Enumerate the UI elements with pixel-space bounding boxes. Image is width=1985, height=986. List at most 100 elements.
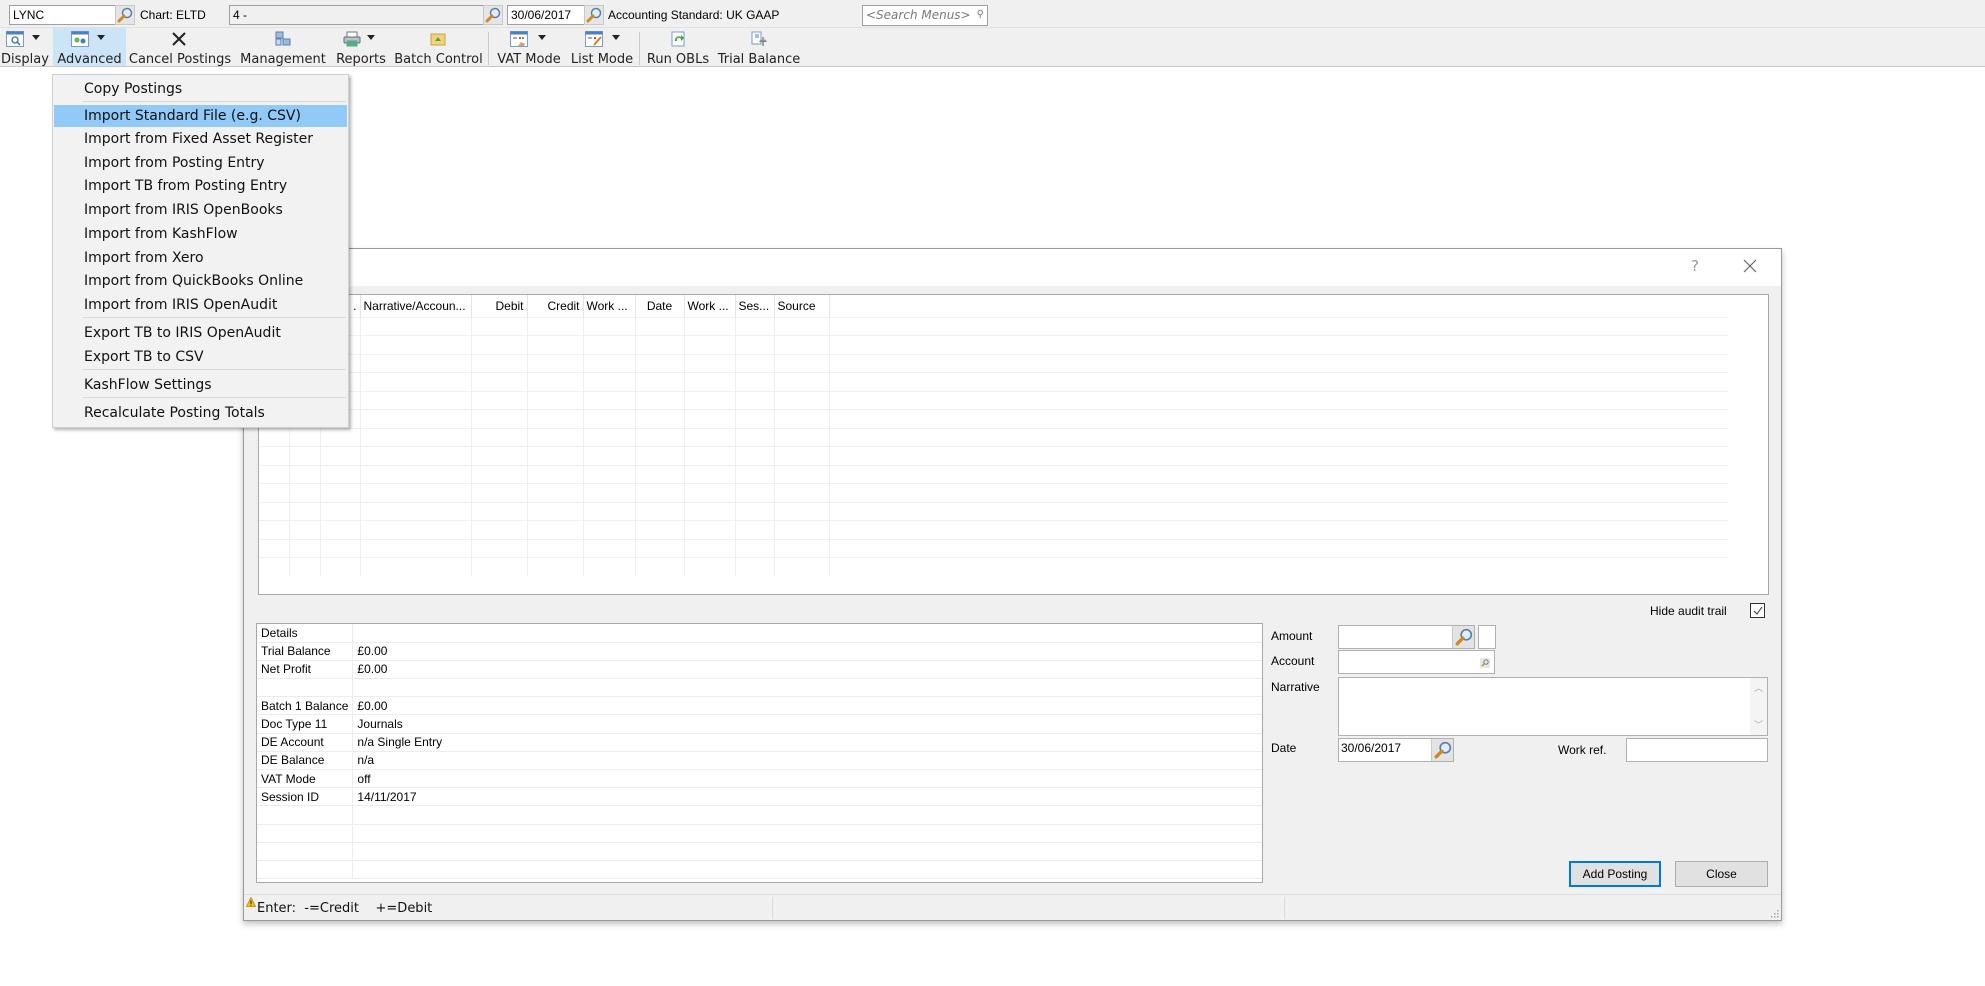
grid-cell[interactable] [774, 335, 830, 354]
reports-button[interactable]: Reports [333, 28, 389, 66]
grid-cell[interactable] [735, 316, 775, 336]
account-input[interactable] [1338, 650, 1495, 674]
grid-cell[interactable] [829, 483, 1729, 502]
grid-cell[interactable] [583, 446, 636, 465]
menu-item-import-from-posting-entry[interactable]: Import from Posting Entry [54, 152, 347, 174]
grid-cell[interactable] [471, 520, 528, 539]
column-header-source[interactable]: Source [774, 295, 830, 317]
grid-cell[interactable] [360, 390, 472, 410]
grid-cell[interactable] [635, 316, 685, 336]
grid-cell[interactable] [635, 538, 685, 558]
grid-cell[interactable] [684, 557, 736, 576]
grid-cell[interactable] [289, 446, 321, 465]
date-picker-button[interactable] [1431, 739, 1453, 761]
column-header-credit[interactable]: Credit [527, 295, 584, 317]
date-field[interactable]: 30/06/2017 [507, 5, 587, 25]
grid-cell[interactable] [635, 501, 685, 521]
grid-cell[interactable] [583, 538, 636, 558]
grid-cell[interactable] [471, 538, 528, 558]
grid-cell[interactable] [684, 390, 736, 410]
column-header-work[interactable]: Work ... [583, 295, 636, 317]
cancel-postings-button[interactable]: Cancel Postings [127, 28, 233, 66]
grid-cell[interactable] [635, 483, 685, 502]
grid-cell[interactable] [259, 520, 290, 539]
grid-cell[interactable] [735, 372, 775, 391]
grid-row[interactable] [259, 353, 1729, 373]
menu-item-import-from-quickbooks-online[interactable]: Import from QuickBooks Online [54, 270, 347, 292]
column-header-narrative[interactable]: Narrative/Accoun... [360, 295, 472, 317]
grid-cell[interactable] [360, 464, 472, 484]
grid-cell[interactable] [583, 372, 636, 391]
grid-row[interactable] [259, 520, 1729, 539]
date-input[interactable]: 30/06/2017 [1338, 738, 1454, 762]
grid-cell[interactable] [289, 557, 321, 576]
grid-cell[interactable] [360, 409, 472, 428]
grid-cell[interactable] [583, 316, 636, 336]
grid-cell[interactable] [774, 427, 830, 447]
grid-cell[interactable] [829, 520, 1729, 539]
grid-cell[interactable] [471, 409, 528, 428]
grid-cell[interactable] [684, 335, 736, 354]
amount-sign-field[interactable] [1478, 625, 1496, 649]
grid-cell[interactable] [360, 501, 472, 521]
period-field[interactable]: 4 - [229, 5, 487, 25]
grid-cell[interactable] [635, 446, 685, 465]
grid-cell[interactable] [360, 538, 472, 558]
grid-cell[interactable] [320, 483, 361, 502]
grid-cell[interactable] [774, 372, 830, 391]
grid-cell[interactable] [320, 446, 361, 465]
grid-cell[interactable] [471, 316, 528, 336]
grid-cell[interactable] [527, 538, 584, 558]
grid-cell[interactable] [735, 464, 775, 484]
display-button[interactable]: Display [0, 28, 50, 66]
grid-row[interactable] [259, 446, 1729, 465]
grid-cell[interactable] [735, 409, 775, 428]
grid-cell[interactable] [583, 427, 636, 447]
grid-cell[interactable] [583, 409, 636, 428]
grid-cell[interactable] [829, 427, 1729, 447]
menu-item-import-tb-from-posting-entry[interactable]: Import TB from Posting Entry [54, 175, 347, 197]
management-button[interactable]: Management [238, 28, 328, 66]
grid-row[interactable] [259, 316, 1729, 336]
grid-cell[interactable] [774, 483, 830, 502]
grid-cell[interactable] [527, 483, 584, 502]
grid-cell[interactable] [320, 427, 361, 447]
grid-cell[interactable] [527, 372, 584, 391]
grid-cell[interactable] [684, 316, 736, 336]
work-ref-input[interactable] [1626, 738, 1768, 762]
grid-cell[interactable] [735, 427, 775, 447]
menu-item-kashflow-settings[interactable]: KashFlow Settings [54, 374, 347, 396]
grid-cell[interactable] [684, 520, 736, 539]
grid-cell[interactable] [471, 353, 528, 373]
grid-cell[interactable] [774, 446, 830, 465]
grid-cell[interactable] [774, 501, 830, 521]
grid-cell[interactable] [684, 446, 736, 465]
grid-cell[interactable] [829, 557, 1729, 576]
grid-row[interactable] [259, 501, 1729, 521]
grid-cell[interactable] [583, 353, 636, 373]
grid-cell[interactable] [684, 538, 736, 558]
grid-cell[interactable] [360, 483, 472, 502]
grid-cell[interactable] [635, 372, 685, 391]
chevron-down-icon[interactable]: ﹀ [1754, 718, 1763, 732]
grid-row[interactable] [259, 427, 1729, 447]
help-button[interactable]: ? [1691, 257, 1699, 275]
grid-cell[interactable] [360, 557, 472, 576]
grid-cell[interactable] [527, 353, 584, 373]
grid-cell[interactable] [259, 501, 290, 521]
column-header-date[interactable]: Date [635, 295, 685, 317]
grid-cell[interactable] [471, 483, 528, 502]
grid-cell[interactable] [320, 464, 361, 484]
menu-item-import-standard-file-e-g-csv[interactable]: Import Standard File (e.g. CSV) [54, 105, 347, 127]
trial-balance-button[interactable]: Trial Balance [714, 28, 804, 66]
grid-cell[interactable] [527, 316, 584, 336]
grid-cell[interactable] [735, 501, 775, 521]
grid-cell[interactable] [471, 427, 528, 447]
grid-cell[interactable] [471, 372, 528, 391]
grid-cell[interactable] [527, 446, 584, 465]
grid-cell[interactable] [471, 464, 528, 484]
vat-mode-button[interactable]: VAT Mode [492, 28, 566, 66]
grid-cell[interactable] [259, 427, 290, 447]
amount-lookup-button[interactable] [1452, 626, 1474, 648]
grid-cell[interactable] [527, 335, 584, 354]
